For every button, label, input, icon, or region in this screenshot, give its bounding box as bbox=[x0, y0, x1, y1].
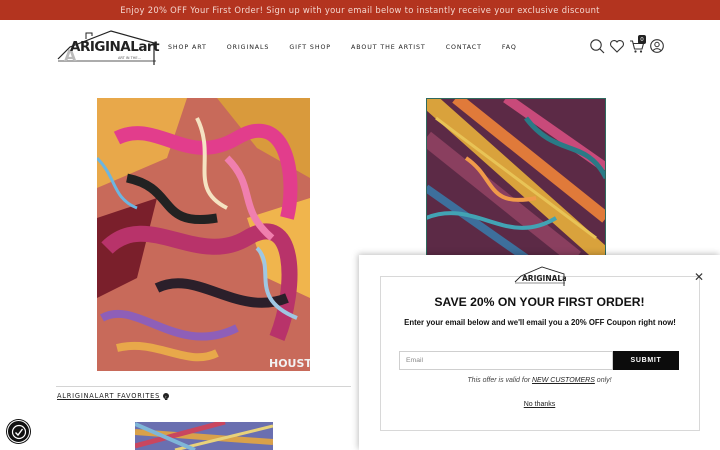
site-header: A ARIGINALart ART IN THE... SHOP ART ORI… bbox=[0, 20, 720, 72]
close-icon[interactable]: ✕ bbox=[692, 270, 706, 284]
search-icon[interactable] bbox=[589, 38, 605, 54]
artwork-image-1[interactable]: HOUST bbox=[97, 98, 310, 371]
popup-logo: ARIGINALart bbox=[514, 264, 575, 286]
artwork-image-3[interactable] bbox=[135, 422, 273, 450]
nav-shop-art[interactable]: SHOP ART bbox=[168, 44, 207, 51]
new-customers-link[interactable]: NEW CUSTOMERS bbox=[532, 377, 595, 384]
discount-popup: ARIGINALart ✕ SAVE 20% ON YOUR FIRST ORD… bbox=[359, 255, 720, 450]
offer-prefix: This offer is valid for bbox=[467, 377, 532, 384]
logo-tagline: ART IN THE... bbox=[118, 56, 141, 60]
chevron-right-icon: › bbox=[163, 393, 170, 399]
svg-text:ARIGINALart: ARIGINALart bbox=[522, 274, 566, 283]
no-thanks-link[interactable]: No thanks bbox=[359, 401, 720, 408]
favorites-label: ALRIGINALART FAVORITES bbox=[57, 392, 161, 400]
announcement-text: Enjoy 20% OFF Your First Order! Sign up … bbox=[120, 5, 600, 15]
accessibility-icon bbox=[11, 424, 26, 439]
cart-count-badge: 0 bbox=[638, 35, 646, 44]
nav-contact[interactable]: CONTACT bbox=[446, 44, 482, 51]
announcement-bar: Enjoy 20% OFF Your First Order! Sign up … bbox=[0, 0, 720, 20]
section-divider bbox=[56, 386, 351, 387]
popup-title: SAVE 20% ON YOUR FIRST ORDER! bbox=[434, 295, 645, 309]
offer-suffix: only! bbox=[594, 377, 612, 384]
nav-gift-shop[interactable]: GIFT SHOP bbox=[289, 44, 331, 51]
header-icons: 0 bbox=[589, 35, 665, 56]
offer-terms: This offer is valid for NEW CUSTOMERS on… bbox=[359, 377, 720, 384]
account-icon[interactable] bbox=[649, 38, 665, 54]
artwork-signature: HOUST bbox=[269, 357, 310, 370]
artwork-image-2[interactable] bbox=[426, 98, 606, 258]
submit-button[interactable]: SUBMIT bbox=[613, 351, 679, 370]
nav-about-artist[interactable]: ABOUT THE ARTIST bbox=[351, 44, 426, 51]
accessibility-button[interactable] bbox=[7, 420, 30, 443]
nav-faq[interactable]: FAQ bbox=[502, 44, 517, 51]
email-field[interactable] bbox=[399, 351, 613, 370]
nav-originals[interactable]: ORIGINALS bbox=[227, 44, 270, 51]
heart-icon[interactable] bbox=[609, 38, 625, 54]
site-logo[interactable]: A ARIGINALart ART IN THE... bbox=[56, 25, 160, 65]
popup-subtitle: Enter your email below and we'll email y… bbox=[404, 318, 676, 327]
favorites-link[interactable]: ALRIGINALART FAVORITES › bbox=[57, 392, 170, 400]
main-nav: SHOP ART ORIGINALS GIFT SHOP ABOUT THE A… bbox=[168, 44, 537, 51]
logo-text: ARIGINALart bbox=[70, 39, 160, 55]
